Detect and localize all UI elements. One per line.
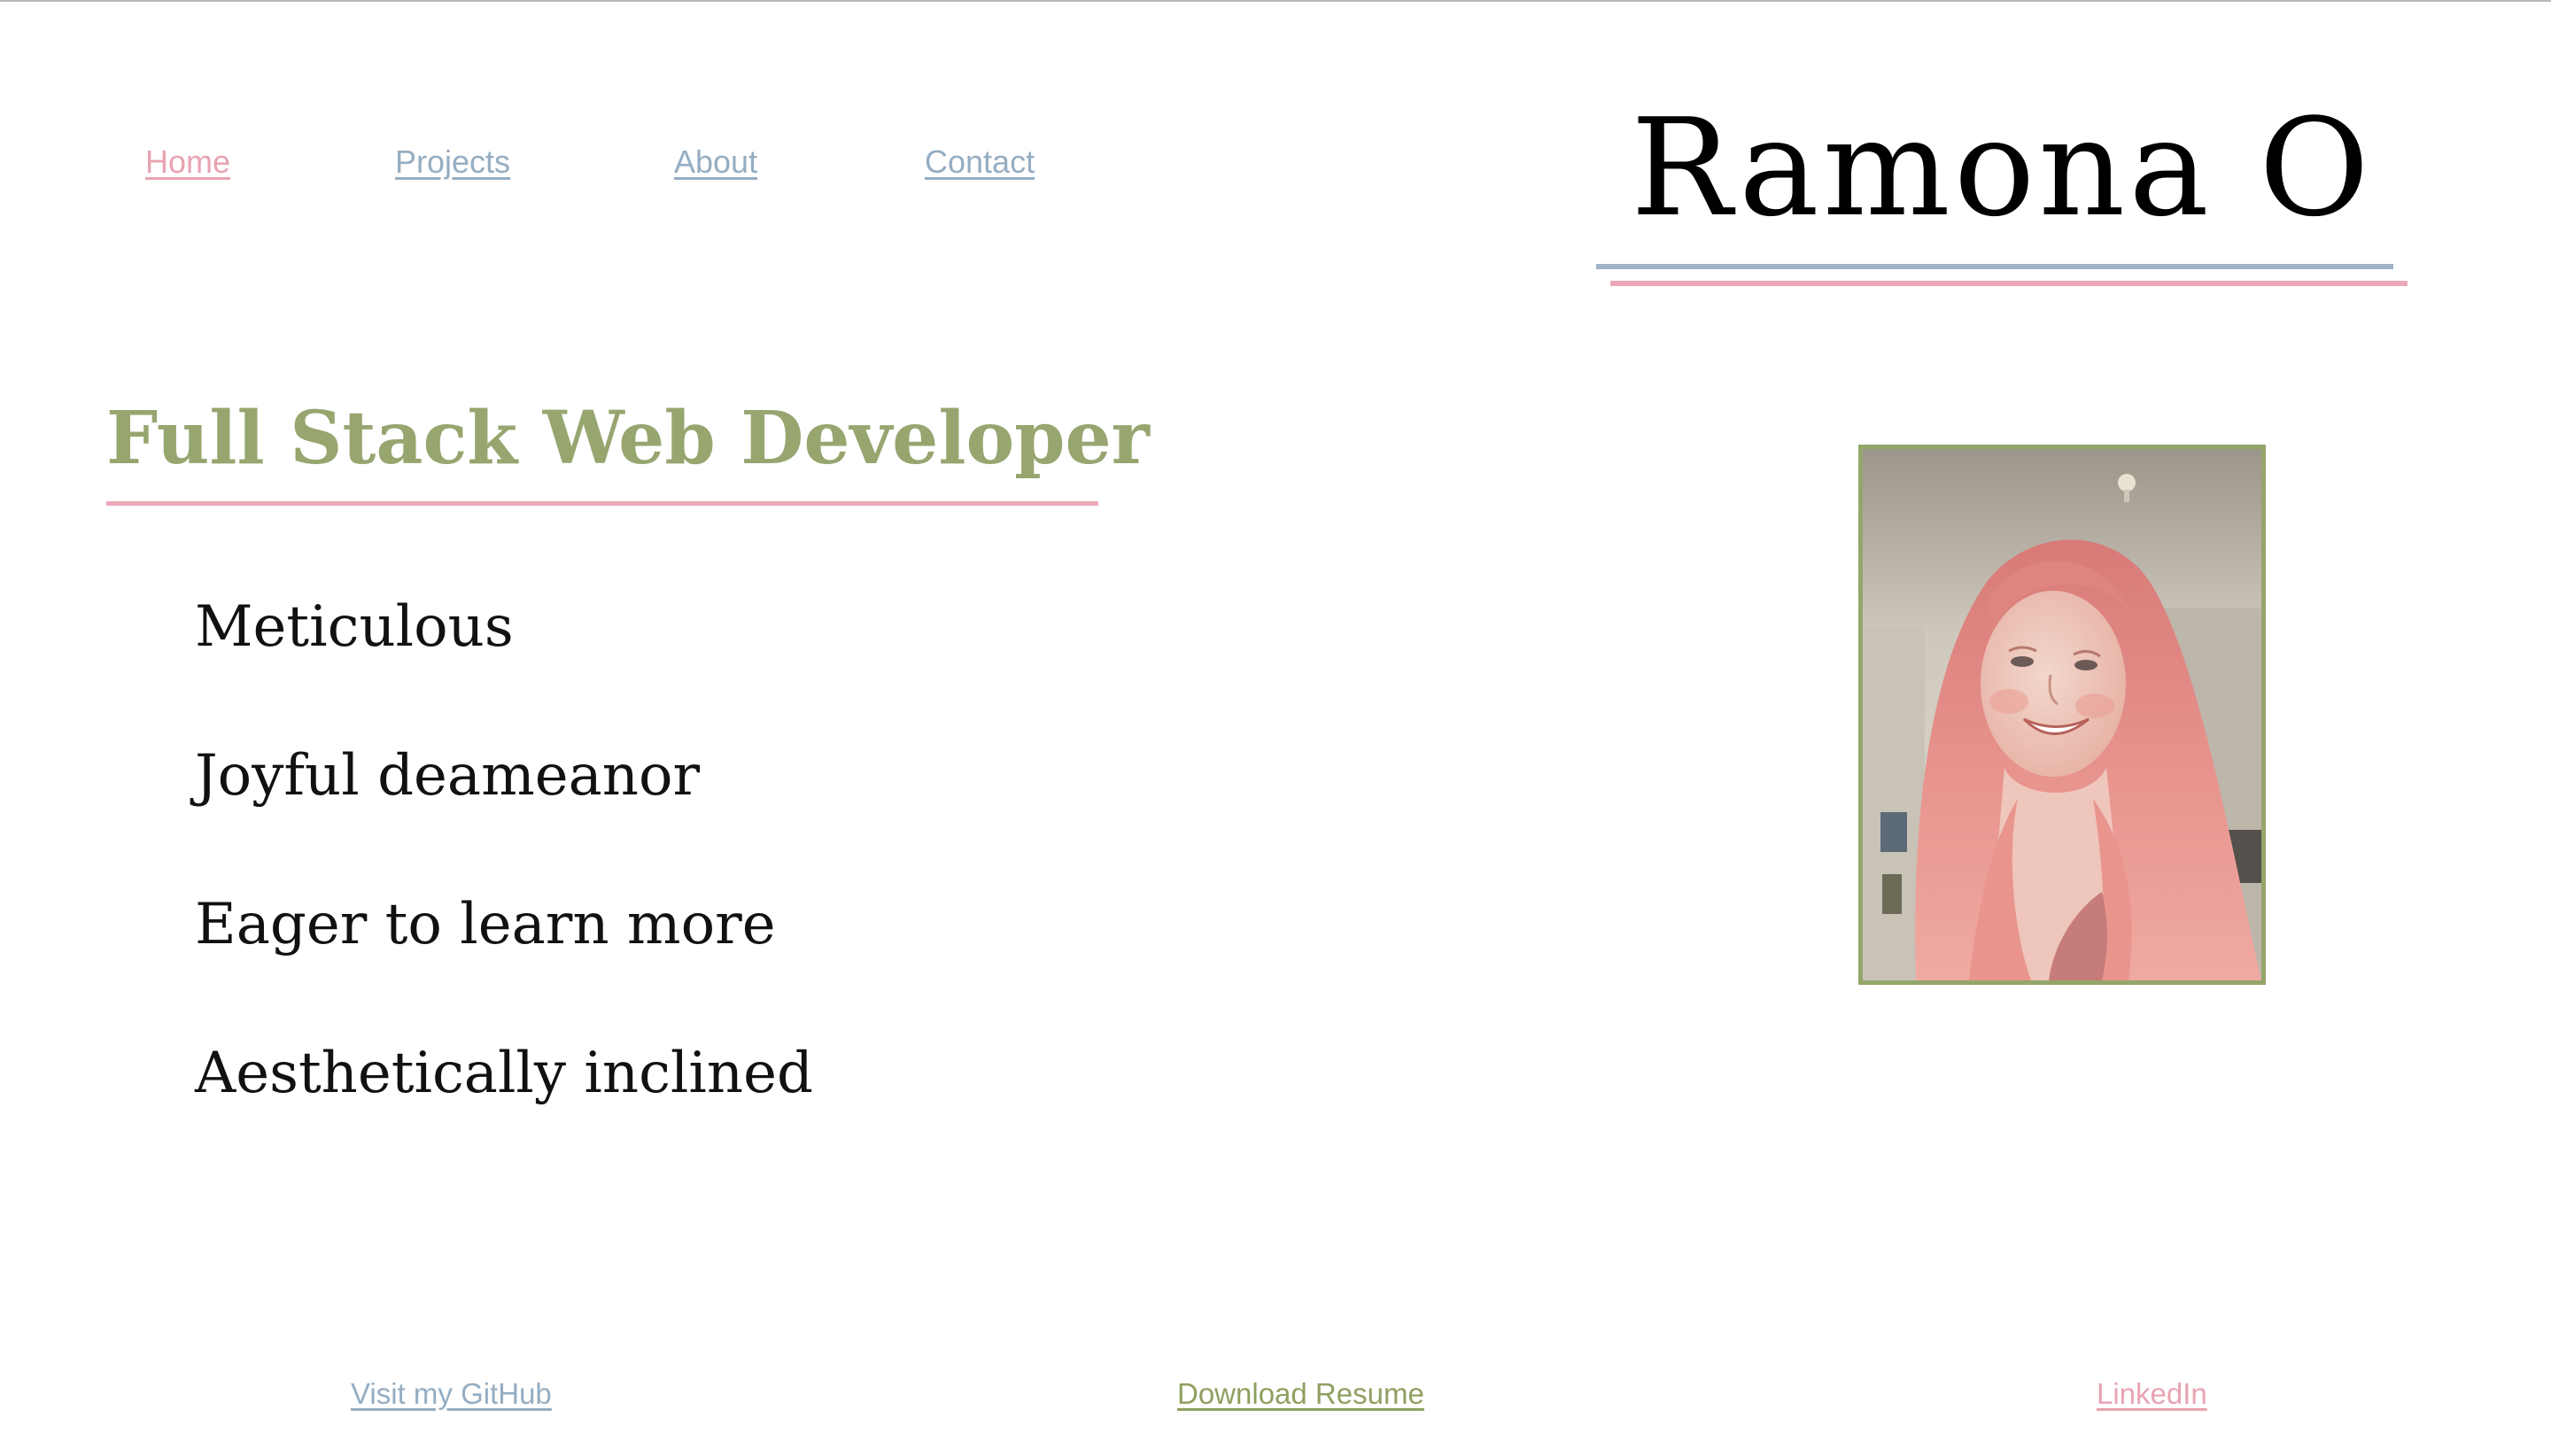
portrait-illustration [1863,449,2261,980]
trait-item: Meticulous [195,594,514,660]
nav-link-about[interactable]: About [674,143,757,181]
name-underline-pink [1610,281,2408,286]
name-underline-blue [1596,264,2393,269]
profile-photo [1858,445,2266,985]
trait-item: Eager to learn more [195,892,776,957]
nav-link-projects[interactable]: Projects [395,143,510,181]
nav-link-contact[interactable]: Contact [925,143,1035,181]
github-link[interactable]: Visit my GitHub [351,1377,552,1411]
top-divider [0,0,2551,2]
site-name: Ramona O [1631,89,2373,246]
role-title: Full Stack Web Developer [106,396,1150,481]
role-underline [106,501,1098,506]
trait-item: Joyful deameanor [195,743,701,809]
trait-item: Aesthetically inclined [195,1041,813,1106]
linkedin-link[interactable]: LinkedIn [2097,1377,2207,1411]
download-resume-link[interactable]: Download Resume [1177,1377,1424,1411]
nav-link-home[interactable]: Home [145,143,230,181]
